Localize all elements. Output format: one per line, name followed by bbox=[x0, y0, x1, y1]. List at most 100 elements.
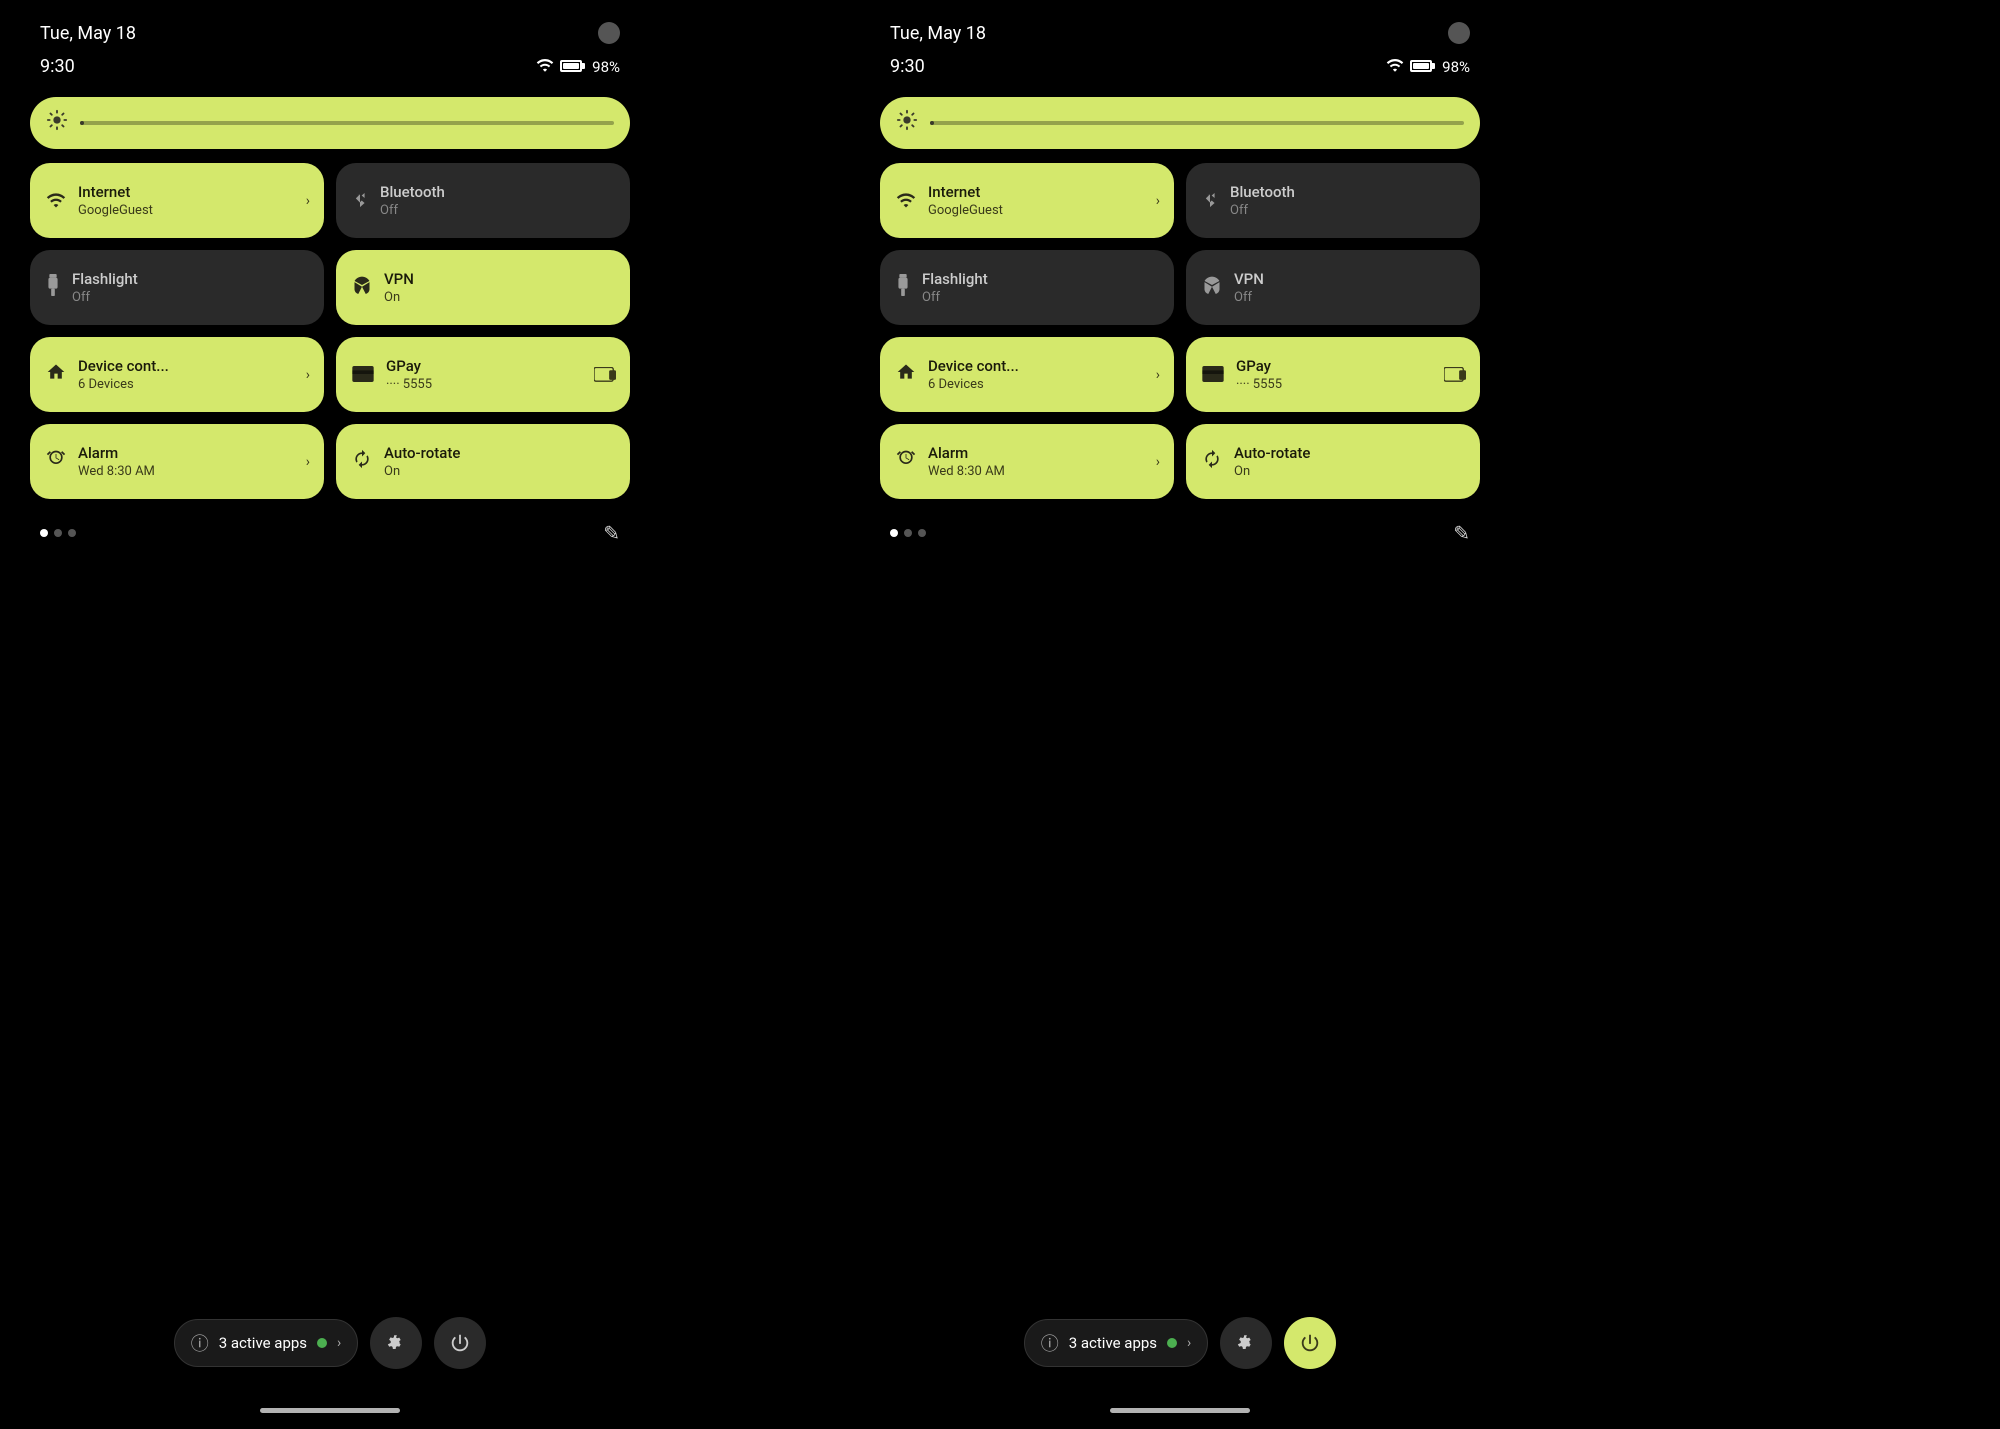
status-date: Tue, May 18 bbox=[890, 23, 986, 44]
page-dot-0[interactable] bbox=[890, 529, 898, 537]
brightness-row[interactable] bbox=[880, 97, 1480, 149]
page-dot-1[interactable] bbox=[54, 529, 62, 537]
tile-device-sublabel: 6 Devices bbox=[928, 377, 1019, 392]
tile-gpay[interactable]: GPay ···· 5555 bbox=[1186, 337, 1480, 412]
tile-device-sublabel: 6 Devices bbox=[78, 377, 169, 392]
brightness-bar[interactable] bbox=[880, 97, 1480, 149]
tile-alarm[interactable]: Alarm Wed 8:30 AM › bbox=[880, 424, 1174, 499]
tile-vpn[interactable]: VPN Off bbox=[1186, 250, 1480, 325]
power-button[interactable] bbox=[434, 1317, 486, 1369]
vpn-icon bbox=[1202, 275, 1222, 300]
battery-percent: 98% bbox=[1442, 58, 1470, 76]
brightness-icon bbox=[896, 109, 918, 137]
tile-autorotate[interactable]: Auto-rotate On bbox=[1186, 424, 1480, 499]
tile-internet-chevron: › bbox=[306, 193, 310, 209]
status-row: 9:30 98% bbox=[30, 52, 630, 93]
tile-device-chevron: › bbox=[306, 367, 310, 383]
bottom-controls: ✎ bbox=[880, 513, 1480, 553]
tile-autorotate-text: Auto-rotate On bbox=[384, 444, 460, 479]
tile-alarm[interactable]: Alarm Wed 8:30 AM › bbox=[30, 424, 324, 499]
tile-flashlight[interactable]: Flashlight Off bbox=[30, 250, 324, 325]
tile-gpay-card bbox=[1444, 367, 1466, 383]
tile-alarm-sublabel: Wed 8:30 AM bbox=[78, 464, 155, 479]
tile-internet[interactable]: Internet GoogleGuest › bbox=[880, 163, 1174, 238]
status-time: 9:30 bbox=[40, 56, 75, 77]
active-indicator-dot bbox=[317, 1338, 327, 1348]
tile-vpn[interactable]: VPN On bbox=[336, 250, 630, 325]
brightness-bar[interactable] bbox=[30, 97, 630, 149]
tile-bluetooth-sublabel: Off bbox=[380, 203, 445, 218]
brightness-track[interactable] bbox=[80, 121, 614, 125]
edit-icon[interactable]: ✎ bbox=[1453, 521, 1470, 545]
info-icon: ⓘ bbox=[191, 1330, 209, 1356]
brightness-row[interactable] bbox=[30, 97, 630, 149]
bottom-bar-area: ⓘ 3 active apps › bbox=[880, 1317, 1480, 1369]
tile-device-text: Device cont... 6 Devices bbox=[928, 357, 1019, 392]
status-icons: 98% bbox=[1386, 57, 1470, 76]
tile-gpay-text: GPay ···· 5555 bbox=[1236, 357, 1282, 392]
page-dot-1[interactable] bbox=[904, 529, 912, 537]
active-indicator-dot bbox=[1167, 1338, 1177, 1348]
bottom-bar-area: ⓘ 3 active apps › bbox=[30, 1317, 630, 1369]
tile-bluetooth-sublabel: Off bbox=[1230, 203, 1295, 218]
tile-device[interactable]: Device cont... 6 Devices › bbox=[30, 337, 324, 412]
wifi-status-icon bbox=[1386, 57, 1404, 76]
wifi-status-icon bbox=[536, 57, 554, 76]
tile-flashlight-label: Flashlight bbox=[72, 270, 138, 288]
page-dot-2[interactable] bbox=[918, 529, 926, 537]
home-bar bbox=[1110, 1408, 1250, 1413]
brightness-track[interactable] bbox=[930, 121, 1464, 125]
tile-alarm-label: Alarm bbox=[78, 444, 155, 462]
tile-alarm-text: Alarm Wed 8:30 AM bbox=[928, 444, 1005, 479]
tile-bluetooth[interactable]: Bluetooth Off bbox=[336, 163, 630, 238]
tile-flashlight-sublabel: Off bbox=[922, 290, 988, 305]
info-icon: ⓘ bbox=[1041, 1330, 1059, 1356]
battery-status-icon bbox=[558, 57, 582, 76]
tile-device-text: Device cont... 6 Devices bbox=[78, 357, 169, 392]
bottom-controls: ✎ bbox=[30, 513, 630, 553]
settings-button[interactable] bbox=[370, 1317, 422, 1369]
tile-bluetooth-label: Bluetooth bbox=[380, 183, 445, 201]
settings-button[interactable] bbox=[1220, 1317, 1272, 1369]
home-bar bbox=[260, 1408, 400, 1413]
status-time: 9:30 bbox=[890, 56, 925, 77]
tile-internet-chevron: › bbox=[1156, 193, 1160, 209]
status-bar: Tue, May 18 bbox=[880, 0, 1480, 52]
active-apps-pill[interactable]: ⓘ 3 active apps › bbox=[1024, 1319, 1209, 1367]
brightness-thumb bbox=[930, 121, 934, 125]
tile-flashlight-text: Flashlight Off bbox=[922, 270, 988, 305]
alarm-icon bbox=[896, 449, 916, 474]
active-apps-pill[interactable]: ⓘ 3 active apps › bbox=[174, 1319, 359, 1367]
tile-bluetooth[interactable]: Bluetooth Off bbox=[1186, 163, 1480, 238]
phone-panel-right: Tue, May 18 9:30 98% bbox=[850, 0, 1510, 1429]
page-dots bbox=[890, 529, 926, 537]
tile-gpay[interactable]: GPay ···· 5555 bbox=[336, 337, 630, 412]
tile-flashlight[interactable]: Flashlight Off bbox=[880, 250, 1174, 325]
card-icon bbox=[352, 363, 374, 387]
alarm-icon bbox=[46, 449, 66, 474]
tile-vpn-text: VPN Off bbox=[1234, 270, 1264, 305]
camera-icon bbox=[598, 22, 620, 44]
bluetooth-icon bbox=[352, 188, 368, 213]
edit-icon[interactable]: ✎ bbox=[603, 521, 620, 545]
bluetooth-icon bbox=[1202, 188, 1218, 213]
tile-gpay-card bbox=[594, 367, 616, 383]
tile-autorotate-label: Auto-rotate bbox=[1234, 444, 1310, 462]
flashlight-icon bbox=[46, 274, 60, 301]
tile-alarm-label: Alarm bbox=[928, 444, 1005, 462]
tile-device-chevron: › bbox=[1156, 367, 1160, 383]
tile-bluetooth-label: Bluetooth bbox=[1230, 183, 1295, 201]
pill-chevron-icon: › bbox=[337, 1335, 341, 1351]
tile-device[interactable]: Device cont... 6 Devices › bbox=[880, 337, 1174, 412]
tile-internet-text: Internet GoogleGuest bbox=[78, 183, 153, 218]
page-dot-2[interactable] bbox=[68, 529, 76, 537]
tile-flashlight-label: Flashlight bbox=[922, 270, 988, 288]
tile-vpn-label: VPN bbox=[384, 270, 414, 288]
tile-autorotate[interactable]: Auto-rotate On bbox=[336, 424, 630, 499]
rotate-icon bbox=[1202, 449, 1222, 474]
tile-internet[interactable]: Internet GoogleGuest › bbox=[30, 163, 324, 238]
active-apps-label: 3 active apps bbox=[219, 1334, 307, 1352]
page-dot-0[interactable] bbox=[40, 529, 48, 537]
power-button[interactable] bbox=[1284, 1317, 1336, 1369]
status-row: 9:30 98% bbox=[880, 52, 1480, 93]
